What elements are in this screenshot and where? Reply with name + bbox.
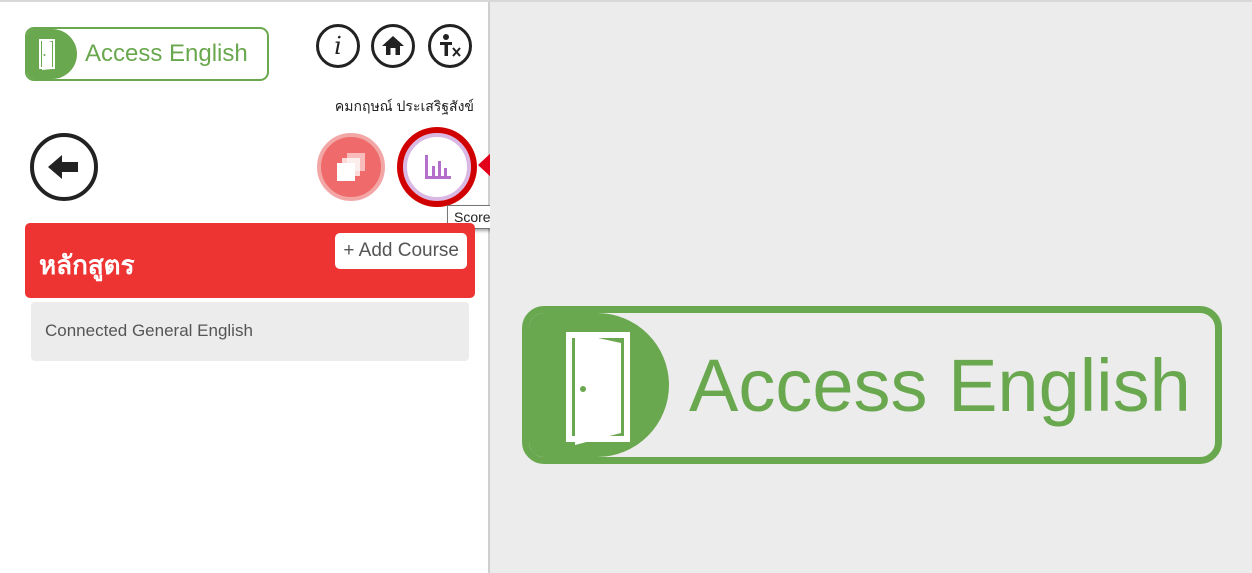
- logo-door-cap: [27, 29, 77, 79]
- info-icon: i: [334, 32, 342, 60]
- logo-text: Access English: [85, 40, 248, 67]
- home-icon: [381, 34, 405, 58]
- courses-header: หลักสูตร + Add Course: [25, 223, 475, 298]
- main-panel: Access English: [490, 2, 1252, 573]
- sidebar: Access English i คมกฤษณ์ ประเสริฐสังข์ S…: [0, 2, 505, 573]
- courses-title: หลักสูตร: [39, 250, 135, 280]
- accessibility-button[interactable]: [428, 24, 472, 68]
- back-button[interactable]: [30, 133, 98, 201]
- home-button[interactable]: [371, 24, 415, 68]
- accessibility-icon: [440, 34, 461, 57]
- courses-button[interactable]: [317, 133, 385, 201]
- course-item-label: Connected General English: [45, 321, 253, 340]
- main-logo-door-cap: [529, 313, 669, 457]
- stacked-cards-icon: [337, 153, 365, 181]
- main-logo-text: Access English: [689, 343, 1191, 427]
- info-button[interactable]: i: [316, 24, 360, 68]
- app-logo: Access English: [25, 27, 269, 81]
- add-course-button[interactable]: + Add Course: [335, 233, 467, 269]
- scores-button[interactable]: [403, 133, 471, 201]
- bar-chart-icon: [425, 155, 451, 179]
- arrow-left-icon: [48, 155, 78, 179]
- course-list-item[interactable]: Connected General English: [31, 302, 469, 361]
- door-icon: [566, 332, 630, 445]
- user-name: คมกฤษณ์ ประเสริฐสังข์: [334, 98, 474, 114]
- main-logo: Access English: [522, 306, 1222, 464]
- door-icon: [39, 39, 55, 70]
